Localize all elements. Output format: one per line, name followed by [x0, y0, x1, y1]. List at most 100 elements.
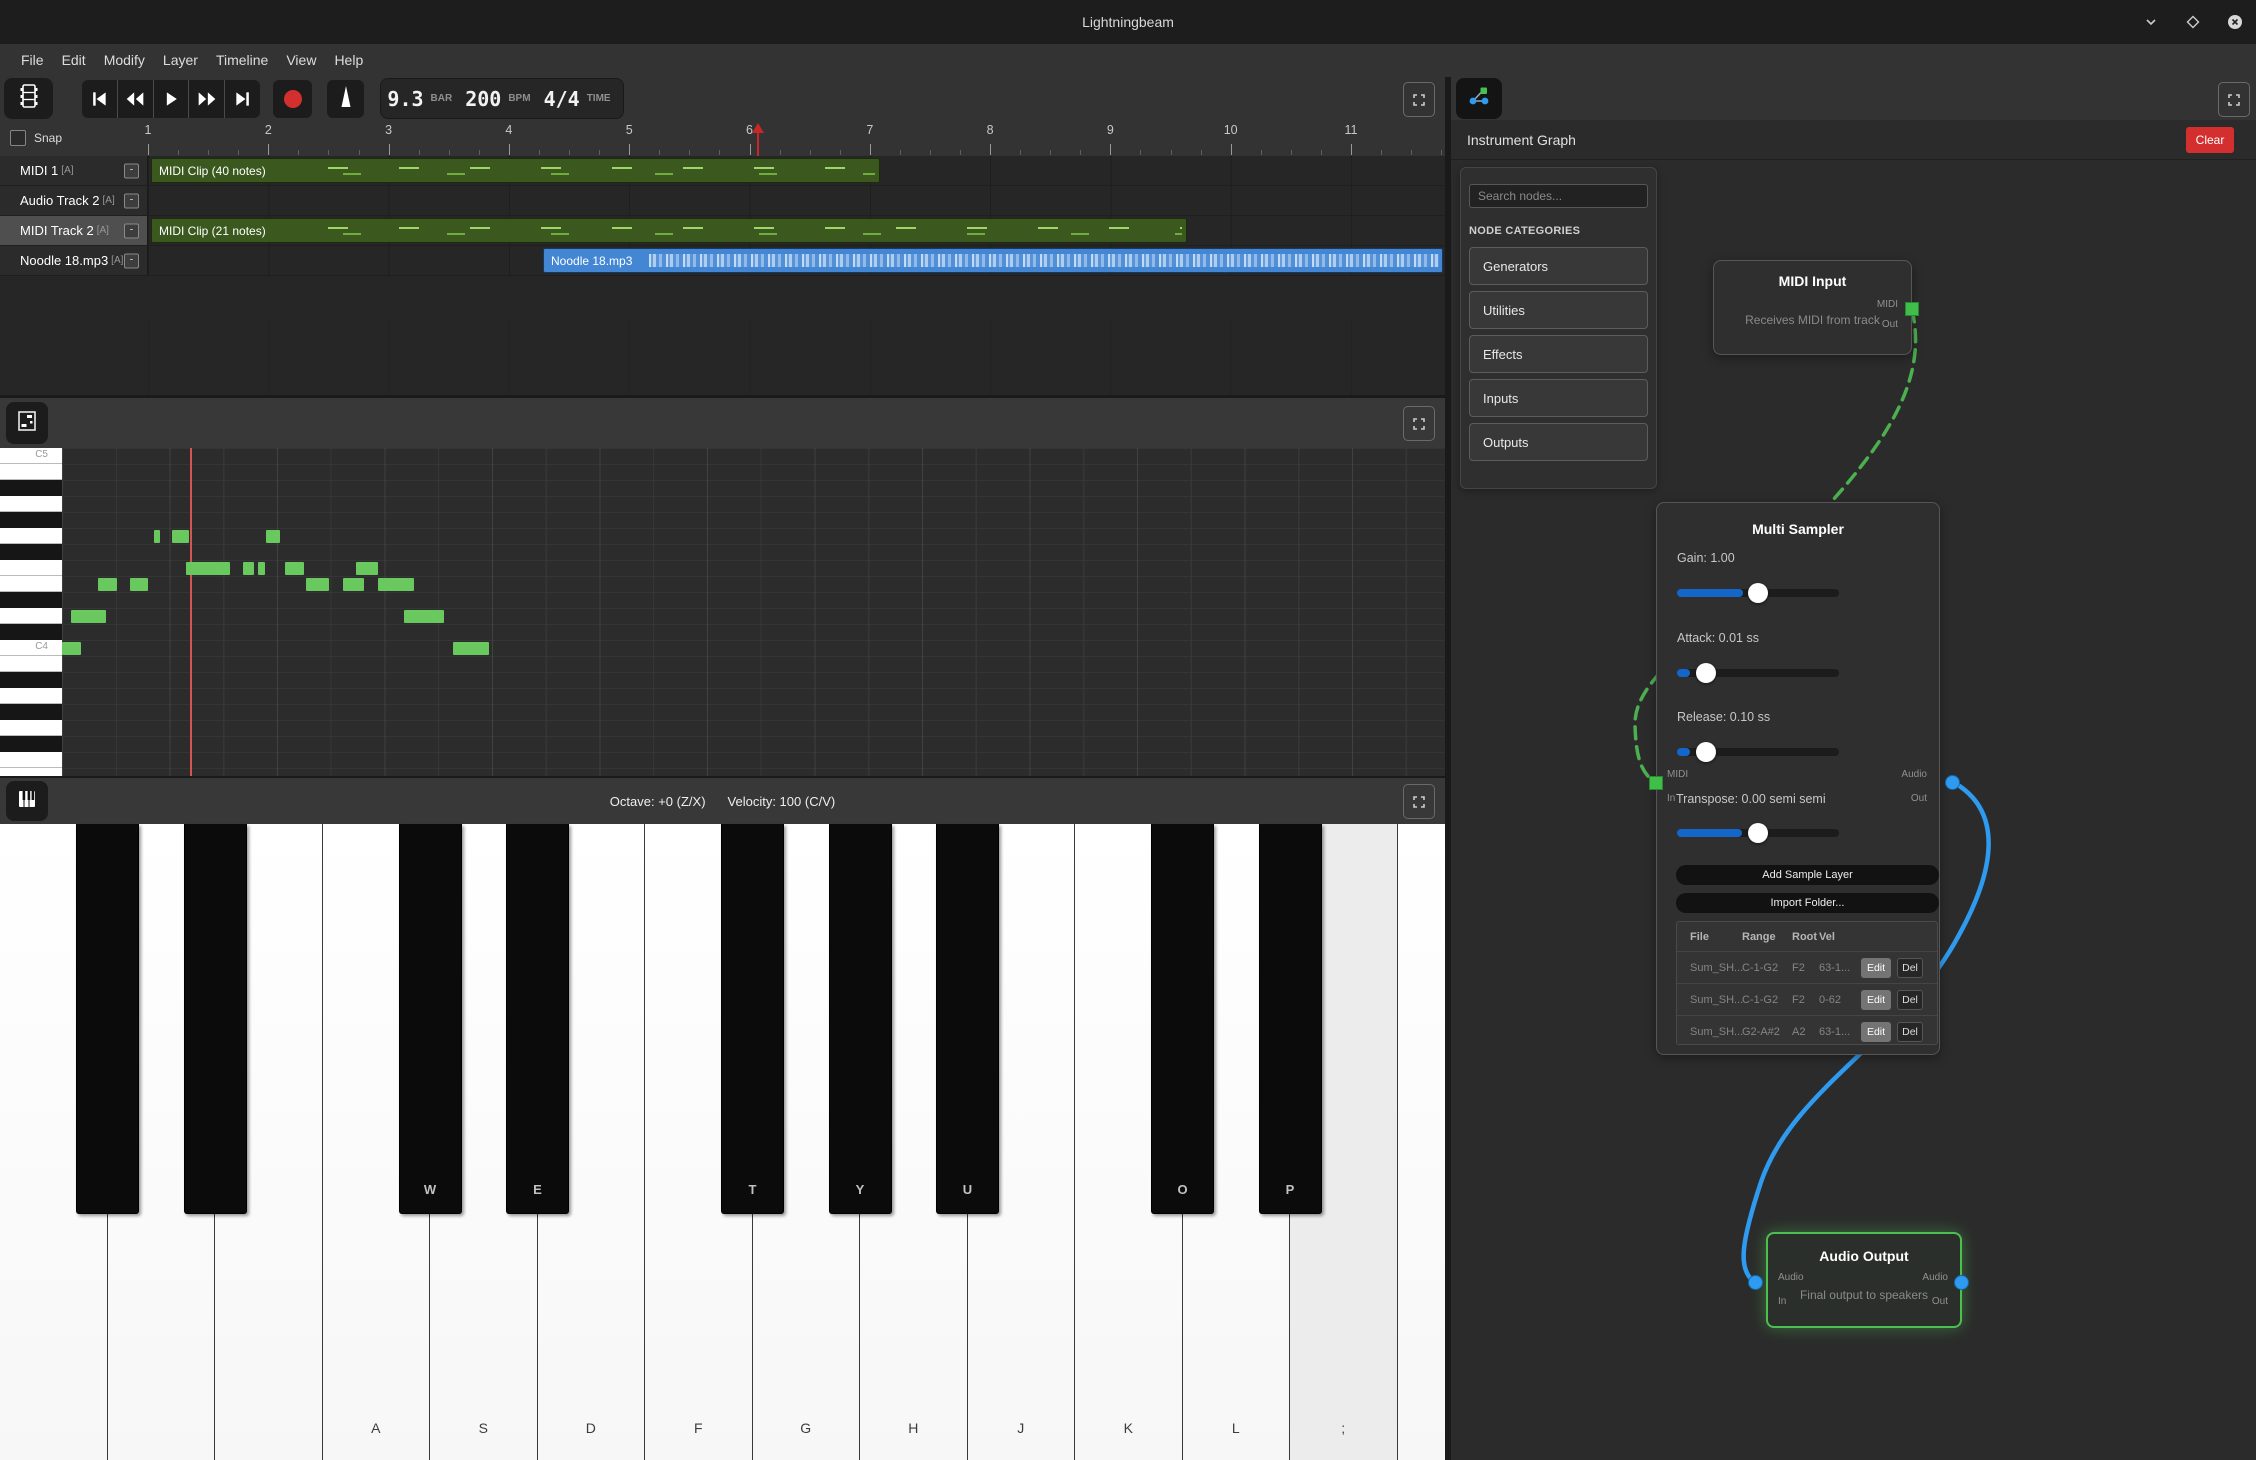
- piano-roll-key[interactable]: [0, 560, 62, 576]
- piano-roll-key[interactable]: [0, 768, 62, 776]
- midi-note[interactable]: [343, 578, 364, 591]
- audio-out-port[interactable]: [1945, 775, 1960, 790]
- edit-button[interactable]: Edit: [1861, 958, 1891, 978]
- black-key[interactable]: [184, 824, 247, 1214]
- track-collapse-button[interactable]: -: [124, 223, 139, 238]
- audio-in-port[interactable]: [1748, 1275, 1763, 1290]
- piano-roll-key[interactable]: [0, 720, 62, 736]
- piano-roll-key[interactable]: [0, 736, 62, 752]
- timeline-fullscreen-button[interactable]: [1403, 82, 1435, 117]
- menu-timeline[interactable]: Timeline: [207, 44, 277, 77]
- piano-roll-key[interactable]: [0, 576, 62, 592]
- track-lane[interactable]: MIDI Clip (21 notes): [148, 216, 1445, 245]
- search-input[interactable]: [1469, 184, 1648, 208]
- midi-out-port[interactable]: [1905, 302, 1919, 316]
- graph-fullscreen-button[interactable]: [2218, 82, 2250, 117]
- category-generators[interactable]: Generators: [1469, 247, 1648, 285]
- metronome-button[interactable]: [327, 80, 364, 118]
- black-key-y[interactable]: Y: [829, 824, 892, 1214]
- track-collapse-button[interactable]: -: [124, 253, 139, 268]
- attack-slider[interactable]: [1677, 669, 1839, 677]
- category-utilities[interactable]: Utilities: [1469, 291, 1648, 329]
- timeline-ruler[interactable]: Snap 1234567891011: [0, 120, 1445, 156]
- release-slider[interactable]: [1677, 748, 1839, 756]
- black-key-o[interactable]: O: [1151, 824, 1214, 1214]
- piano-roll-key[interactable]: [0, 704, 62, 720]
- midi-note[interactable]: [258, 562, 265, 575]
- maximize-icon[interactable]: [2185, 14, 2201, 30]
- piano-roll-mode-button[interactable]: [6, 402, 48, 444]
- category-effects[interactable]: Effects: [1469, 335, 1648, 373]
- midi-note[interactable]: [130, 578, 148, 591]
- track-lane[interactable]: [148, 186, 1445, 215]
- import-folder-button[interactable]: Import Folder...: [1676, 893, 1939, 913]
- piano-roll-key[interactable]: [0, 624, 62, 640]
- midi-note[interactable]: [172, 530, 189, 543]
- film-button[interactable]: [4, 78, 53, 119]
- transpose-slider[interactable]: [1677, 829, 1839, 837]
- midi-clip[interactable]: MIDI Clip (21 notes): [151, 218, 1187, 243]
- black-key-p[interactable]: P: [1259, 824, 1322, 1214]
- record-button[interactable]: [273, 80, 312, 118]
- track-lane[interactable]: Noodle 18.mp3: [148, 246, 1445, 275]
- node-multi-sampler[interactable]: Multi Sampler Gain: 1.00 Attack: 0.01 ss…: [1656, 502, 1940, 1055]
- white-key[interactable]: [1398, 824, 1446, 1460]
- category-inputs[interactable]: Inputs: [1469, 379, 1648, 417]
- audio-clip[interactable]: Noodle 18.mp3: [543, 248, 1443, 273]
- piano-roll-key[interactable]: [0, 688, 62, 704]
- track-lane[interactable]: MIDI Clip (40 notes): [148, 156, 1445, 185]
- piano-roll-key[interactable]: [0, 656, 62, 672]
- black-key-w[interactable]: W: [399, 824, 462, 1214]
- midi-note[interactable]: [71, 610, 106, 623]
- midi-note[interactable]: [285, 562, 304, 575]
- menu-edit[interactable]: Edit: [53, 44, 95, 77]
- piano-roll-key[interactable]: [0, 752, 62, 768]
- piano-roll-key[interactable]: [0, 528, 62, 544]
- timeline-empty-area[interactable]: [148, 319, 1445, 395]
- play-button[interactable]: [154, 80, 190, 118]
- piano-roll-fullscreen-button[interactable]: [1403, 406, 1435, 441]
- node-graph-mode-button[interactable]: [1456, 78, 1502, 119]
- track-header-midi2-selected[interactable]: MIDI Track 2 [A] -: [0, 216, 148, 245]
- audio-out-port[interactable]: [1954, 1275, 1969, 1290]
- del-button[interactable]: Del: [1897, 1022, 1923, 1042]
- piano-roll-key[interactable]: [0, 608, 62, 624]
- menu-layer[interactable]: Layer: [154, 44, 207, 77]
- midi-note[interactable]: [98, 578, 117, 591]
- track-collapse-button[interactable]: -: [124, 193, 139, 208]
- menu-file[interactable]: File: [12, 44, 53, 77]
- midi-note[interactable]: [453, 642, 489, 655]
- piano-roll-key[interactable]: [0, 496, 62, 512]
- track-collapse-button[interactable]: -: [124, 163, 139, 178]
- slider-thumb[interactable]: [1696, 663, 1716, 683]
- midi-note[interactable]: [306, 578, 329, 591]
- del-button[interactable]: Del: [1897, 990, 1923, 1010]
- piano-roll-key[interactable]: [0, 464, 62, 480]
- graph-canvas[interactable]: NODE CATEGORIES Generators Utilities Eff…: [1451, 160, 2256, 1460]
- midi-note[interactable]: [154, 530, 160, 543]
- slider-thumb[interactable]: [1748, 823, 1768, 843]
- track-header-noodle[interactable]: Noodle 18.mp3 [A] -: [0, 246, 148, 275]
- piano-roll-key[interactable]: C5: [0, 448, 62, 464]
- fast-forward-button[interactable]: [189, 80, 225, 118]
- skip-start-button[interactable]: [82, 80, 118, 118]
- midi-note[interactable]: [378, 578, 414, 591]
- piano-roll-key[interactable]: [0, 592, 62, 608]
- piano-roll-key[interactable]: [0, 512, 62, 528]
- piano-roll-key[interactable]: [0, 672, 62, 688]
- add-sample-layer-button[interactable]: Add Sample Layer: [1676, 865, 1939, 885]
- midi-note[interactable]: [356, 562, 378, 575]
- midi-note[interactable]: [266, 530, 280, 543]
- piano-roll-playhead[interactable]: [190, 448, 192, 776]
- rewind-button[interactable]: [118, 80, 154, 118]
- black-key-u[interactable]: U: [936, 824, 999, 1214]
- black-key[interactable]: [76, 824, 139, 1214]
- piano-roll-key[interactable]: [0, 480, 62, 496]
- edit-button[interactable]: Edit: [1861, 1022, 1891, 1042]
- minimize-icon[interactable]: [2143, 14, 2159, 30]
- black-key-e[interactable]: E: [506, 824, 569, 1214]
- midi-note[interactable]: [62, 642, 81, 655]
- edit-button[interactable]: Edit: [1861, 990, 1891, 1010]
- track-header-audio2[interactable]: Audio Track 2 [A] -: [0, 186, 148, 215]
- gain-slider[interactable]: [1677, 589, 1839, 597]
